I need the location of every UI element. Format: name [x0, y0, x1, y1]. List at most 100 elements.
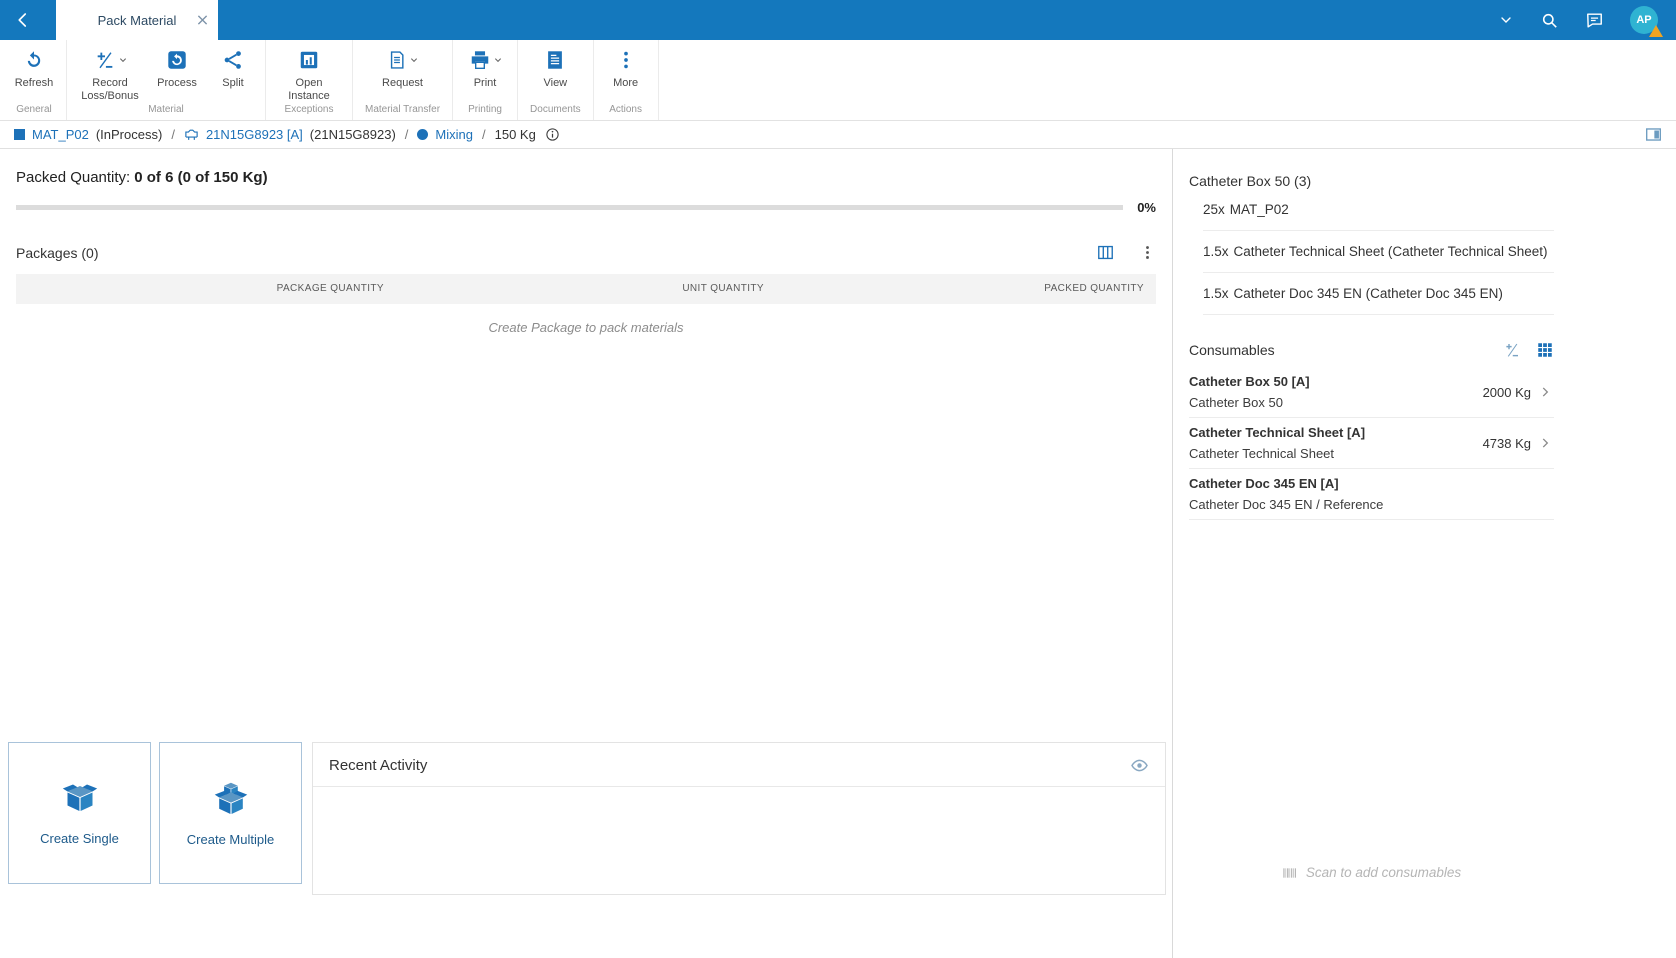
avatar[interactable]: AP: [1630, 6, 1663, 37]
warning-badge-icon: [1649, 25, 1663, 37]
create-multiple-button[interactable]: Create Multiple: [159, 742, 302, 884]
view-button[interactable]: View: [527, 40, 583, 104]
ribbon-group-label: Exceptions: [284, 104, 334, 116]
chat-icon[interactable]: [1585, 11, 1604, 30]
process-button[interactable]: Process: [149, 40, 205, 104]
view-documents-icon: [544, 48, 566, 72]
bom-item[interactable]: 25x MAT_P02: [1203, 189, 1554, 231]
packed-quantity-label: Packed Quantity:: [16, 169, 131, 186]
consumable-subtitle: Catheter Doc 345 EN / Reference: [1189, 497, 1384, 512]
bom-item-qty: 1.5x: [1203, 244, 1229, 259]
ribbon-group-material-transfer: Request Material Transfer: [353, 40, 454, 120]
breadcrumb-separator: /: [404, 127, 409, 142]
ribbon-group-label: Material Transfer: [365, 104, 441, 115]
consumable-name: Catheter Box 50 [A]: [1189, 374, 1310, 389]
refresh-icon: [23, 48, 45, 72]
ribbon-group-actions: More Actions: [594, 40, 659, 120]
bom-list: 25x MAT_P02 1.5x Catheter Technical Sheet …: [1189, 189, 1554, 315]
refresh-button[interactable]: Refresh: [6, 40, 62, 104]
ribbon-group-label: Printing: [468, 104, 502, 115]
recent-activity-header: Recent Activity: [313, 743, 1165, 787]
panel-toggle-icon[interactable]: [1645, 126, 1662, 143]
ribbon-group-general: Refresh General: [2, 40, 67, 120]
create-multiple-label: Create Multiple: [186, 831, 275, 847]
column-package-quantity[interactable]: PACKAGE QUANTITY: [16, 274, 396, 304]
consumable-subtitle: Catheter Box 50: [1189, 395, 1283, 410]
ribbon-group-material: Record Loss/Bonus Process Split Material: [67, 40, 266, 120]
progress-row: 0%: [16, 200, 1156, 215]
button-label: Refresh: [14, 77, 54, 89]
button-label: Print: [473, 77, 497, 89]
progress-percent: 0%: [1137, 200, 1156, 215]
bom-item-qty: 25x: [1203, 202, 1225, 217]
ribbon-group-exceptions: Open Instance Exceptions: [266, 40, 353, 120]
ribbon-group-label: Material: [148, 104, 184, 116]
avatar-initials: AP: [1636, 14, 1652, 26]
breadcrumb-material-link[interactable]: MAT_P02: [32, 127, 89, 142]
consumable-item[interactable]: Catheter Doc 345 EN [A] Catheter Doc 345…: [1189, 469, 1554, 520]
chevron-right-icon[interactable]: [1538, 385, 1552, 399]
bom-item[interactable]: 1.5x Catheter Doc 345 EN (Catheter Doc 34…: [1203, 273, 1554, 315]
kebab-menu-icon[interactable]: [1139, 244, 1156, 261]
split-icon: [222, 48, 244, 72]
button-label: Process: [157, 77, 197, 89]
step-icon: [417, 129, 429, 140]
column-unit-quantity[interactable]: UNIT QUANTITY: [396, 274, 776, 304]
consumable-subtitle: Catheter Technical Sheet: [1189, 446, 1335, 461]
breadcrumb-step-link[interactable]: Mixing: [435, 127, 473, 142]
stacked-boxes-icon: [213, 780, 249, 819]
topbar-actions: AP: [1498, 6, 1676, 37]
tab-pack-material[interactable]: Pack Material: [56, 0, 218, 40]
ribbon-group-label: General: [16, 104, 52, 115]
columns-icon[interactable]: [1096, 243, 1115, 262]
consumables-list: Catheter Box 50 [A] Catheter Box 50 2000…: [1189, 367, 1554, 520]
process-icon: [166, 48, 188, 72]
progress-bar: [16, 205, 1124, 210]
consumable-item[interactable]: Catheter Technical Sheet [A] Catheter Te…: [1189, 418, 1554, 469]
eye-icon[interactable]: [1130, 756, 1149, 775]
breadcrumb-separator: /: [482, 127, 486, 142]
ribbon-group-documents: View Documents: [518, 40, 594, 120]
scan-hint-text: Scan to add consumables: [1305, 865, 1462, 880]
info-icon[interactable]: [545, 127, 560, 142]
back-button[interactable]: [0, 0, 46, 40]
chevron-right-icon[interactable]: [1538, 436, 1552, 450]
chevron-down-icon: [410, 58, 418, 63]
packed-quantity-title: Packed Quantity: 0 of 6 (0 of 150 Kg): [16, 169, 1156, 186]
more-button[interactable]: More: [598, 40, 654, 104]
open-instance-button[interactable]: Open Instance: [270, 40, 348, 104]
ribbon-group-label: Documents: [530, 104, 581, 115]
grid-icon[interactable]: [1536, 341, 1554, 359]
print-button[interactable]: Print: [457, 40, 513, 104]
consumable-item[interactable]: Catheter Box 50 [A] Catheter Box 50 2000…: [1189, 367, 1554, 418]
breadcrumb: MAT_P02 (InProcess) / 21N15G8923 [A] (21…: [0, 121, 1676, 149]
ribbon-group-label: Actions: [609, 104, 642, 115]
consumables-header: Consumables: [1189, 341, 1554, 367]
print-icon: [471, 51, 488, 69]
chevron-down-icon: [119, 58, 126, 63]
consumable-quantity: 4738 Kg: [1482, 435, 1531, 451]
button-label: Request: [382, 77, 423, 89]
adjust-quantity-icon[interactable]: [1503, 341, 1521, 359]
search-icon[interactable]: [1540, 11, 1559, 30]
record-loss-bonus-button[interactable]: Record Loss/Bonus: [71, 40, 149, 104]
button-label: Split: [222, 77, 244, 89]
create-single-button[interactable]: Create Single: [8, 742, 151, 884]
tab-close-icon[interactable]: [197, 15, 208, 26]
material-icon: [14, 129, 25, 140]
chevron-left-icon: [18, 13, 27, 27]
scan-hint: Scan to add consumables: [1189, 865, 1554, 880]
column-packed-quantity[interactable]: PACKED QUANTITY: [776, 274, 1156, 304]
split-button[interactable]: Split: [205, 40, 261, 104]
breadcrumb-equipment-link[interactable]: 21N15G8923 [A]: [206, 127, 303, 142]
bom-item-name: Catheter Technical Sheet (Catheter Techn…: [1233, 244, 1548, 259]
packages-empty-message: Create Package to pack materials: [488, 320, 684, 335]
main-panel: Packed Quantity: 0 of 6 (0 of 150 Kg) 0% …: [0, 149, 1172, 958]
chevron-down-icon: [494, 58, 501, 63]
bom-item[interactable]: 1.5x Catheter Technical Sheet (Catheter T…: [1203, 231, 1554, 273]
open-box-icon: [62, 781, 98, 818]
chevron-down-icon[interactable]: [1498, 12, 1514, 28]
breadcrumb-separator: /: [171, 127, 175, 142]
request-button[interactable]: Request: [375, 40, 431, 104]
tab-title: Pack Material: [97, 12, 177, 28]
